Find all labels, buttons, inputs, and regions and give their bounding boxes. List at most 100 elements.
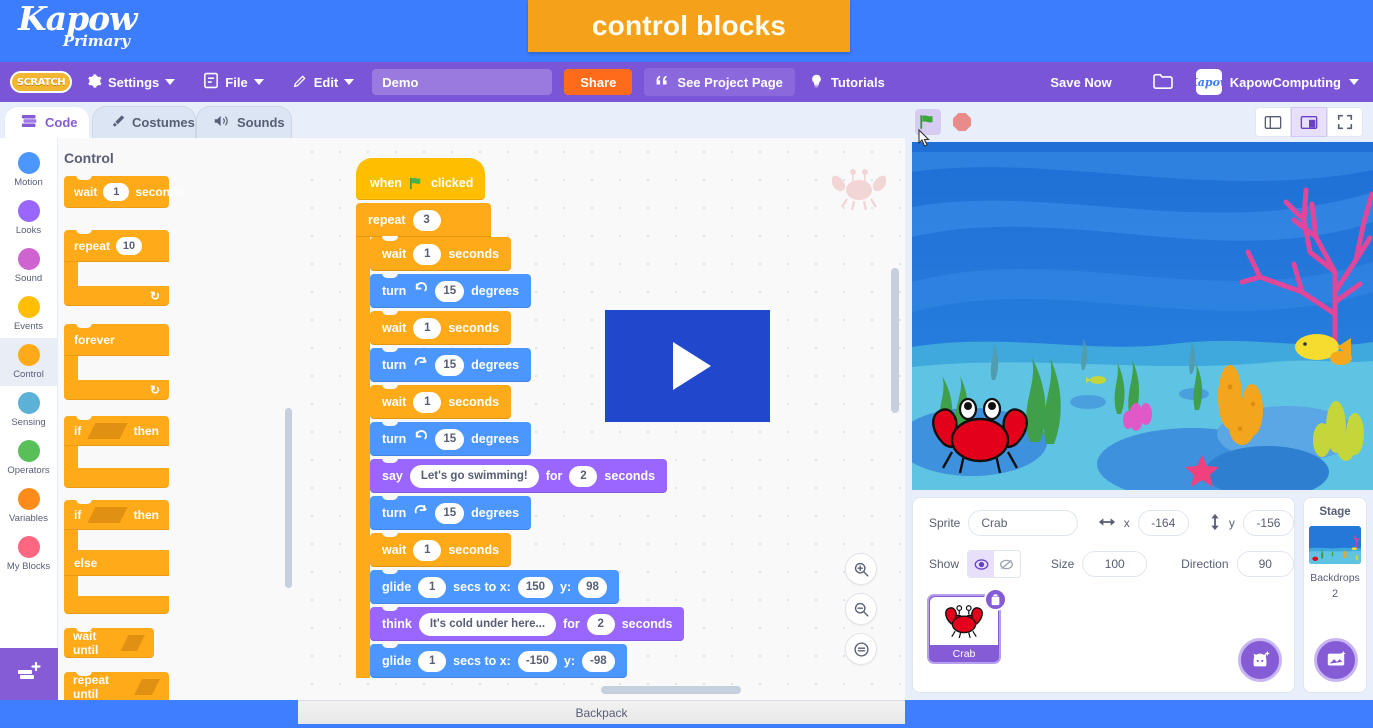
category-looks[interactable]: Looks bbox=[0, 194, 58, 242]
block-wait[interactable]: wait 1 seconds bbox=[370, 236, 512, 271]
block-turn-clockwise[interactable]: turn 15 degrees bbox=[370, 495, 532, 530]
category-variables[interactable]: Variables bbox=[0, 482, 58, 530]
save-now-button[interactable]: Save Now bbox=[1032, 75, 1129, 90]
block-wait[interactable]: wait 1 seconds bbox=[370, 310, 512, 345]
block-glide-to-xy[interactable]: glide 1 secs to x: 150 y: 98 bbox=[370, 569, 619, 604]
y-coord-input[interactable]: -156 bbox=[1242, 510, 1294, 536]
block-palette[interactable]: Control wait 1 seconds repeat 10 ↻ forev bbox=[58, 138, 298, 700]
size-input[interactable]: 100 bbox=[1082, 551, 1148, 577]
show-toggle[interactable] bbox=[967, 550, 1021, 578]
see-project-page-button[interactable]: See Project Page bbox=[644, 68, 795, 96]
stage-thumbnail[interactable] bbox=[1309, 526, 1361, 564]
choose-backdrop-button[interactable] bbox=[1314, 638, 1358, 682]
boolean-slot[interactable] bbox=[120, 635, 145, 651]
category-events[interactable]: Events bbox=[0, 290, 58, 338]
palette-repeat-value[interactable]: 10 bbox=[116, 237, 143, 255]
fullscreen-button[interactable] bbox=[1327, 107, 1363, 137]
delete-sprite-button[interactable] bbox=[984, 588, 1007, 611]
turn-degrees-input[interactable]: 15 bbox=[435, 354, 465, 376]
large-stage-button[interactable] bbox=[1291, 107, 1327, 137]
add-extension-button[interactable] bbox=[0, 648, 58, 700]
menu-edit[interactable]: Edit bbox=[278, 62, 369, 102]
backpack-bar[interactable]: Backpack bbox=[298, 700, 905, 724]
think-seconds-input[interactable]: 2 bbox=[586, 613, 615, 635]
share-button[interactable]: Share bbox=[564, 69, 633, 95]
x-coord-input[interactable]: -164 bbox=[1137, 510, 1189, 536]
wait-value-input[interactable]: 1 bbox=[413, 317, 442, 339]
category-sensing[interactable]: Sensing bbox=[0, 386, 58, 434]
palette-block-wait[interactable]: wait 1 seconds bbox=[64, 175, 184, 208]
small-stage-button[interactable] bbox=[1255, 107, 1291, 137]
tutorials-button[interactable]: Tutorials bbox=[809, 73, 885, 92]
wait-value-input[interactable]: 1 bbox=[413, 391, 442, 413]
say-text-input[interactable]: Let's go swimming! bbox=[409, 464, 539, 488]
scratch-logo[interactable]: SCRATCH bbox=[10, 71, 72, 93]
think-text-input[interactable]: It's cold under here... bbox=[418, 612, 557, 636]
palette-block-wait-until[interactable]: wait until bbox=[64, 627, 154, 658]
block-turn-counterclockwise[interactable]: turn 15 degrees bbox=[370, 421, 532, 456]
block-when-flag-clicked[interactable]: when clicked bbox=[356, 158, 486, 200]
canvas-vertical-scrollbar[interactable] bbox=[891, 268, 899, 413]
block-turn-clockwise[interactable]: turn 15 degrees bbox=[370, 347, 532, 382]
glide-x-input[interactable]: 150 bbox=[517, 576, 554, 598]
category-operators[interactable]: Operators bbox=[0, 434, 58, 482]
glide-x-input[interactable]: -150 bbox=[517, 650, 557, 672]
tab-sounds[interactable]: Sounds bbox=[196, 106, 292, 138]
show-visible-button[interactable] bbox=[968, 551, 994, 577]
boolean-slot[interactable] bbox=[87, 423, 127, 439]
glide-secs-input[interactable]: 1 bbox=[418, 650, 447, 672]
boolean-slot[interactable] bbox=[134, 679, 160, 695]
code-canvas[interactable]: when clicked repeat 3 wait 1 seconds tur… bbox=[298, 138, 905, 700]
my-stuff-button[interactable] bbox=[1130, 72, 1196, 93]
palette-block-repeat-until[interactable]: repeat until bbox=[64, 671, 169, 700]
category-control[interactable]: Control bbox=[0, 338, 58, 386]
block-wait[interactable]: wait 1 seconds bbox=[370, 384, 512, 419]
tab-code[interactable]: Code bbox=[4, 106, 90, 138]
palette-wait-value[interactable]: 1 bbox=[103, 183, 130, 201]
block-wait[interactable]: wait 1 seconds bbox=[370, 532, 512, 567]
play-icon[interactable] bbox=[672, 342, 711, 390]
palette-block-if-then[interactable]: if then bbox=[58, 415, 298, 488]
zoom-in-button[interactable] bbox=[845, 553, 877, 585]
sprite-name-input[interactable]: Crab bbox=[968, 510, 1078, 536]
turn-degrees-input[interactable]: 15 bbox=[435, 502, 465, 524]
block-glide-to-xy[interactable]: glide 1 secs to x: -150 y: -98 bbox=[370, 643, 627, 678]
category-sound[interactable]: Sound bbox=[0, 242, 58, 290]
menu-file[interactable]: File bbox=[189, 62, 277, 102]
tutorial-video-overlay[interactable] bbox=[605, 310, 770, 422]
wait-value-input[interactable]: 1 bbox=[413, 243, 442, 265]
project-name-input[interactable]: Demo bbox=[372, 69, 553, 95]
stage-canvas[interactable] bbox=[912, 142, 1373, 490]
account-menu[interactable]: Kapow KapowComputing bbox=[1195, 69, 1359, 95]
sprite-tile-crab[interactable]: Crab bbox=[927, 588, 1007, 664]
wait-value-input[interactable]: 1 bbox=[413, 539, 442, 561]
block-turn-counterclockwise[interactable]: turn 15 degrees bbox=[370, 273, 532, 308]
zoom-reset-button[interactable] bbox=[845, 633, 877, 665]
repeat-value-input[interactable]: 3 bbox=[412, 209, 441, 231]
block-think-for-seconds[interactable]: think It's cold under here... for 2 seco… bbox=[370, 606, 685, 641]
palette-block-if-else[interactable]: if then else bbox=[58, 499, 298, 614]
glide-y-input[interactable]: 98 bbox=[578, 576, 607, 598]
canvas-horizontal-scrollbar[interactable] bbox=[601, 686, 741, 694]
menu-settings[interactable]: Settings bbox=[72, 62, 189, 102]
block-say-for-seconds[interactable]: say Let's go swimming! for 2 seconds bbox=[370, 458, 668, 493]
block-repeat[interactable]: repeat 3 bbox=[356, 203, 491, 237]
boolean-slot[interactable] bbox=[87, 507, 127, 523]
palette-scrollbar[interactable] bbox=[285, 408, 292, 588]
choose-sprite-button[interactable] bbox=[1238, 638, 1282, 682]
glide-secs-input[interactable]: 1 bbox=[418, 576, 447, 598]
glide-y-input[interactable]: -98 bbox=[582, 650, 615, 672]
tab-costumes[interactable]: Costumes bbox=[92, 106, 196, 138]
show-hidden-button[interactable] bbox=[994, 551, 1020, 577]
palette-block-repeat[interactable]: repeat 10 ↻ bbox=[58, 229, 298, 306]
say-seconds-input[interactable]: 2 bbox=[569, 465, 598, 487]
turn-degrees-input[interactable]: 15 bbox=[435, 428, 465, 450]
category-my-blocks[interactable]: My Blocks bbox=[0, 530, 58, 578]
palette-block-forever[interactable]: forever ↻ bbox=[58, 323, 298, 400]
palette-forever-label: forever bbox=[74, 333, 115, 347]
stop-button[interactable] bbox=[953, 113, 971, 131]
turn-degrees-input[interactable]: 15 bbox=[435, 280, 465, 302]
zoom-out-button[interactable] bbox=[845, 593, 877, 625]
category-motion[interactable]: Motion bbox=[0, 146, 58, 194]
direction-input[interactable]: 90 bbox=[1236, 551, 1295, 577]
